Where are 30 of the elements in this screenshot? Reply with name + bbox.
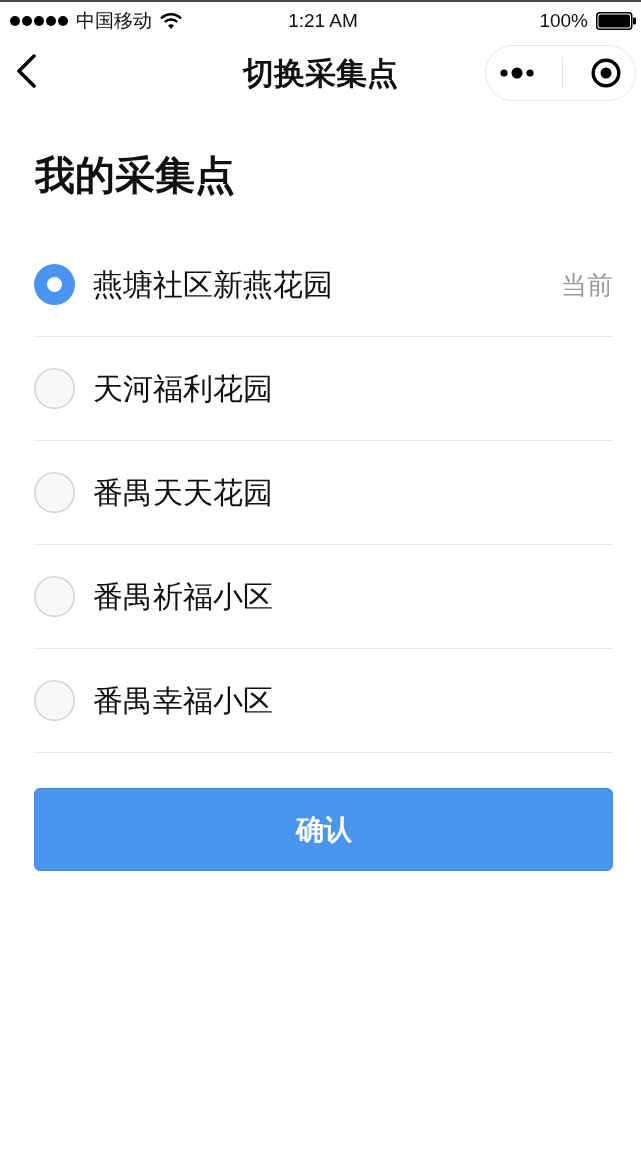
radio-button[interactable] — [34, 264, 75, 305]
signal-icon — [10, 16, 68, 26]
radio-button[interactable] — [34, 680, 75, 721]
current-label: 当前 — [561, 268, 613, 302]
battery-percent: 100% — [539, 8, 588, 33]
target-icon — [591, 57, 621, 88]
site-option[interactable]: 番禺幸福小区 — [34, 649, 613, 753]
site-name: 天河福利花园 — [93, 370, 273, 407]
back-button[interactable] — [15, 53, 37, 88]
carrier-name: 中国移动 — [76, 8, 152, 33]
site-option[interactable]: 燕塘社区新燕花园 当前 — [34, 233, 613, 337]
site-name: 番禺幸福小区 — [93, 682, 273, 719]
site-option[interactable]: 天河福利花园 — [34, 337, 613, 441]
site-option[interactable]: 番禺天天花园 — [34, 441, 613, 545]
site-option[interactable]: 番禺祈福小区 — [34, 545, 613, 649]
more-button[interactable] — [500, 66, 534, 79]
more-dots-icon — [500, 66, 534, 79]
clock-time: 1:21 AM — [288, 8, 358, 33]
site-name: 番禺祈福小区 — [93, 578, 273, 615]
wifi-icon — [160, 13, 182, 29]
radio-button[interactable] — [34, 368, 75, 409]
site-name: 番禺天天花园 — [93, 474, 273, 511]
radio-button[interactable] — [34, 576, 75, 617]
site-name: 燕塘社区新燕花园 — [93, 266, 333, 303]
radio-button[interactable] — [34, 472, 75, 513]
page-title: 切换采集点 — [243, 55, 398, 93]
close-button[interactable] — [591, 57, 621, 88]
section-heading: 我的采集点 — [35, 152, 235, 198]
battery-icon — [596, 12, 636, 30]
back-chevron-icon — [15, 53, 37, 88]
